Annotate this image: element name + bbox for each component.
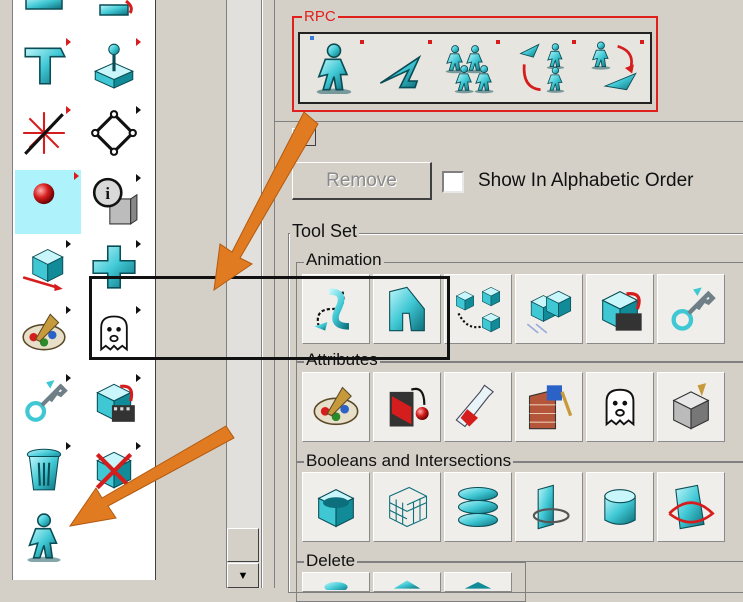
texture-map-icon[interactable] bbox=[515, 372, 583, 442]
delete-cube-icon[interactable] bbox=[85, 440, 143, 498]
diamond-node-icon[interactable] bbox=[85, 104, 143, 162]
intersect-icon[interactable] bbox=[515, 472, 583, 542]
link-cubes-icon[interactable] bbox=[444, 274, 512, 344]
small-button[interactable] bbox=[292, 128, 316, 146]
toolset-label: Tool Set bbox=[290, 221, 360, 242]
spark-icon[interactable] bbox=[15, 104, 73, 162]
ghost-icon[interactable] bbox=[586, 372, 654, 442]
t-beam-icon[interactable] bbox=[15, 36, 73, 94]
sphere-icon[interactable] bbox=[15, 170, 81, 234]
cylinder-cut-icon[interactable] bbox=[586, 472, 654, 542]
rpc-person-icon[interactable] bbox=[15, 508, 73, 566]
toolbar-attributes bbox=[302, 372, 728, 442]
keyframe-icon[interactable] bbox=[657, 274, 725, 344]
delete-tool-2[interactable] bbox=[373, 572, 441, 592]
hammer-icon[interactable] bbox=[15, 0, 73, 30]
group-label-booleans: Booleans and Intersections bbox=[304, 451, 514, 471]
keyframe-icon[interactable] bbox=[15, 372, 73, 430]
render-animation-icon[interactable] bbox=[586, 274, 654, 344]
joystick-icon[interactable] bbox=[85, 36, 143, 94]
rpc-crowd-icon[interactable] bbox=[438, 36, 502, 100]
rpc-crowd-path-icon[interactable] bbox=[514, 36, 578, 100]
group-label-animation: Animation bbox=[304, 250, 384, 270]
toolbar-delete bbox=[302, 572, 515, 592]
palette-icon[interactable] bbox=[302, 372, 370, 442]
curve-intersect-icon[interactable] bbox=[657, 472, 725, 542]
info-icon[interactable]: i bbox=[85, 172, 143, 230]
rpc-group-label: RPC bbox=[302, 8, 338, 26]
palette-edge bbox=[0, 0, 12, 588]
rpc-person-icon[interactable] bbox=[302, 36, 366, 100]
delete-tool-3[interactable] bbox=[444, 572, 512, 592]
paint-drip-icon[interactable] bbox=[373, 372, 441, 442]
boolean-union-icon[interactable] bbox=[302, 472, 370, 542]
divider bbox=[274, 121, 743, 122]
remove-button[interactable]: Remove bbox=[292, 162, 432, 200]
alphabetic-order-label: Show In Alphabetic Order bbox=[478, 170, 694, 191]
rpc-path-icon[interactable] bbox=[370, 36, 434, 100]
joystick-top-icon[interactable] bbox=[85, 0, 143, 30]
highlight-rectangle bbox=[89, 276, 450, 360]
rpc-person-cycle-icon[interactable] bbox=[582, 36, 646, 100]
toolbar-booleans bbox=[302, 472, 728, 542]
grid-cube-icon[interactable] bbox=[373, 472, 441, 542]
chevron-down-icon: ▼ bbox=[237, 569, 249, 582]
drag-handle bbox=[310, 36, 314, 40]
material-box-icon[interactable] bbox=[657, 372, 725, 442]
group-label-delete: Delete bbox=[304, 551, 358, 571]
render-animation-icon[interactable] bbox=[85, 372, 143, 430]
move-cube-icon[interactable] bbox=[15, 238, 73, 296]
palette-icon[interactable] bbox=[15, 304, 73, 362]
scroll-thumb[interactable] bbox=[227, 528, 259, 562]
bottle-icon[interactable] bbox=[444, 372, 512, 442]
slice-layers-icon[interactable] bbox=[444, 472, 512, 542]
motion-cubes-icon[interactable] bbox=[515, 274, 583, 344]
trash-icon[interactable] bbox=[15, 440, 73, 498]
delete-tool-1[interactable] bbox=[302, 572, 370, 592]
alphabetic-order-checkbox[interactable] bbox=[442, 171, 464, 193]
scroll-down-button[interactable]: ▼ bbox=[227, 563, 259, 588]
svg-text:i: i bbox=[105, 184, 110, 203]
rpc-toolbar bbox=[298, 32, 652, 104]
